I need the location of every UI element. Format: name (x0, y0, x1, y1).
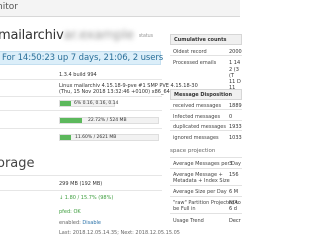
ignored-messages-value: 1033 (229, 135, 242, 141)
memory-text: 22.72% / 524 MB (88, 118, 127, 123)
storage-free-value: 1.80 / 15.7% (64, 195, 97, 201)
host-name: mailarchiv (0, 28, 64, 43)
storage-free-icon: ↓ (59, 195, 64, 201)
status-label: status (138, 33, 153, 39)
row-divider (170, 185, 242, 186)
processed-emails-label: Processed emails (173, 60, 217, 66)
avg-messages-value: 3 (229, 161, 233, 167)
host-heading: mailarchivar.example status (0, 28, 153, 43)
row-divider (170, 157, 242, 158)
avg-size-per-day-value: 6 M (229, 189, 239, 195)
avg-size-per-day-label: Average Size per Day (173, 189, 227, 195)
message-disposition-header: Message Disposition (170, 89, 242, 100)
storage-enabled-label: enabled: (59, 220, 81, 226)
load-text: 6% 0.16, 0.16, 0.14 (74, 101, 119, 106)
load-bar: 6% 0.16, 0.16, 0.14 (59, 100, 119, 107)
uptime-banner: For 14:50:23 up 7 days, 21:06, 2 users (0, 51, 164, 65)
row-divider (170, 120, 242, 121)
row-divider (0, 79, 162, 80)
version-value: 1.3.4 build 994 (59, 72, 97, 78)
cumulative-counts-header: Cumulative counts (170, 34, 242, 45)
swap-bar-fill (60, 135, 72, 140)
row-divider (170, 213, 242, 214)
row-divider (170, 196, 242, 197)
avg-message-size-value: 156 (229, 172, 239, 178)
space-projection-heading: space projection (170, 148, 216, 154)
row-divider (0, 110, 162, 111)
top-bar: nitor (0, 0, 240, 17)
storage-size: 299 MB (192 MB) (59, 181, 103, 187)
load-bar-fill (60, 101, 72, 106)
storage-heading: orage (0, 156, 35, 171)
memory-bar-fill (60, 118, 83, 123)
storage-ok-status: pfed: OK (59, 209, 81, 215)
row-divider (0, 190, 162, 191)
memory-bar: 22.72% / 524 MB (59, 117, 159, 124)
storage-schedule: Last: 2018.12.05.14.35; Next: 2018.12.05… (59, 230, 180, 236)
row-divider (170, 130, 242, 131)
app-title: nitor (0, 2, 18, 12)
storage-free-suffix: (98%) (98, 195, 114, 201)
usage-trend-label: Usage Trend (173, 218, 204, 224)
row-divider (170, 55, 242, 56)
disable-link[interactable]: Disable (82, 220, 101, 226)
row-divider (170, 168, 242, 169)
be-full-in-label: be Full in (173, 206, 196, 212)
metadata-index-label: Metadata + Index Size (173, 178, 230, 184)
be-full-in-value: 6 d (229, 206, 237, 212)
usage-trend-value: Decr (229, 218, 241, 224)
storage-free: ↓ 1.80 / 15.7% (98%) (59, 195, 113, 201)
row-divider (0, 96, 162, 97)
uptime-text: For 14:50:23 up 7 days, 21:06, 2 users (2, 53, 164, 63)
storage-enabled: enabled: Disable (59, 220, 101, 226)
row-divider (0, 128, 162, 129)
swap-bar: 11.60% / 2621 MB (59, 134, 159, 141)
ignored-messages-label: ignored messages (173, 135, 219, 141)
row-divider (170, 109, 242, 110)
processed-emails-value: 1 14 (229, 60, 241, 66)
swap-text: 11.60% / 2621 MB (75, 135, 117, 140)
row-divider (0, 175, 162, 176)
host-name-blurred: ar.example (63, 28, 134, 43)
